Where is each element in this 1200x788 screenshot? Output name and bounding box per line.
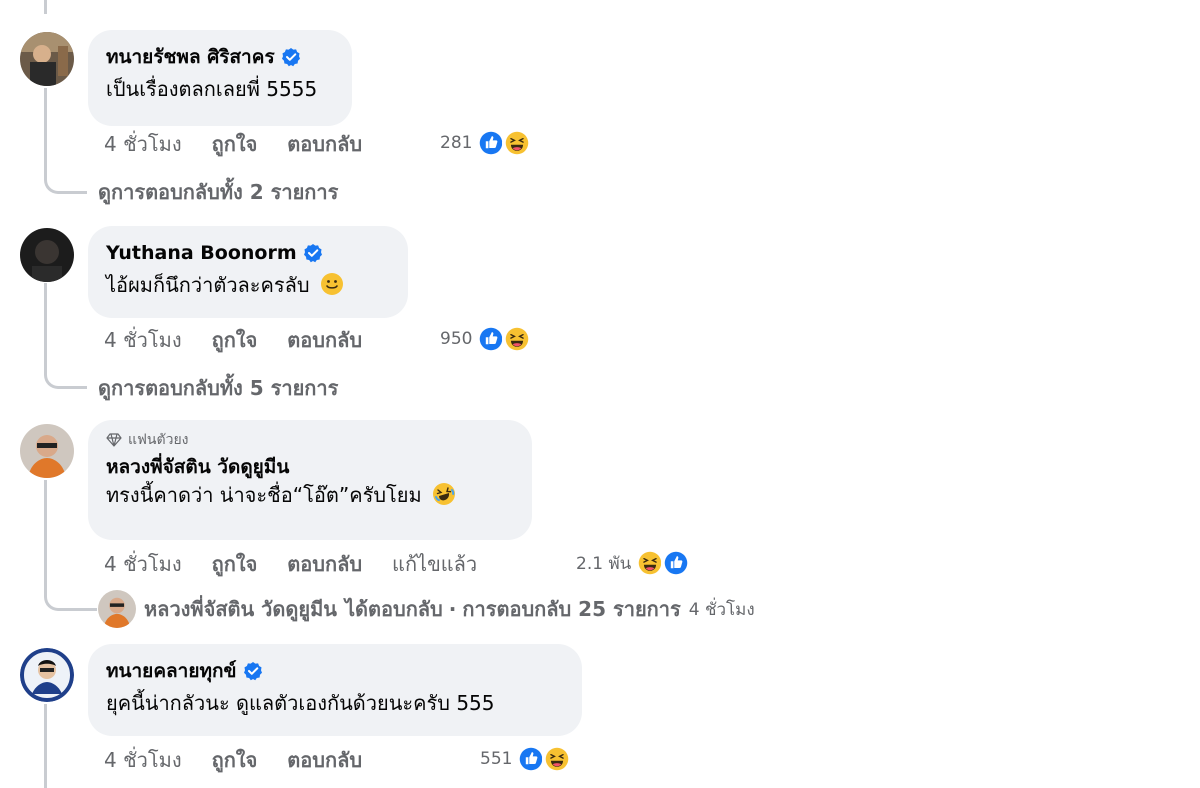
reply-summary-count: การตอบกลับ 25 รายการ <box>462 597 681 621</box>
comment-bubble: ทนายรัชพล ศิริสาคร เป็นเรื่องตลกเลยพี่ 5… <box>88 30 352 126</box>
avatar[interactable] <box>20 32 74 86</box>
comment-bubble: แฟนตัวยง หลวงพี่จัสติน วัดดูยูมีน ทรงนี้… <box>88 420 532 540</box>
comment-time[interactable]: 4 ชั่วโมง <box>104 324 182 356</box>
verified-badge-icon <box>302 243 323 263</box>
rofl-emoji-icon <box>433 483 456 505</box>
comment-actions: 4 ชั่วโมง ถูกใจ ตอบกลับ แก้ไขแล้ว <box>104 550 507 578</box>
comment-time[interactable]: 4 ชั่วโมง <box>104 128 182 160</box>
reply-button[interactable]: ตอบกลับ <box>287 548 362 580</box>
verified-badge-icon <box>242 661 263 681</box>
reaction-summary[interactable]: 2.1 พัน <box>576 548 692 578</box>
comment-author[interactable]: ทนายคลายทุกข์ <box>106 658 237 684</box>
thread-connector <box>44 88 87 194</box>
thread-line <box>44 704 47 788</box>
reply-summary-replied: ได้ตอบกลับ <box>344 597 443 621</box>
diamond-icon <box>106 433 122 447</box>
verified-badge-icon <box>280 47 301 67</box>
haha-icon <box>502 128 533 158</box>
reply-button[interactable]: ตอบกลับ <box>287 128 362 160</box>
comment-actions: 4 ชั่วโมง ถูกใจ ตอบกลับ <box>104 130 392 158</box>
comment-author[interactable]: หลวงพี่จัสติน วัดดูยูมีน <box>106 454 289 480</box>
smile-emoji-icon <box>320 273 343 295</box>
comment-bubble: Yuthana Boonorm ไอ้ผมก็นึกว่าตัวละครลับ <box>88 226 408 318</box>
reply-button[interactable]: ตอบกลับ <box>287 324 362 356</box>
reaction-count: 551 <box>480 749 513 769</box>
like-button[interactable]: ถูกใจ <box>212 324 258 356</box>
comment-author[interactable]: Yuthana Boonorm <box>106 240 297 266</box>
comment-actions: 4 ชั่วโมง ถูกใจ ตอบกลับ <box>104 326 392 354</box>
comment-text: ยุคนี้น่ากลัวนะ ดูแลตัวเองกันด้วยนะครับ … <box>106 691 495 715</box>
comment-text: ทรงนี้คาดว่า น่าจะชื่อ“โอ๊ต”ครับโยม <box>106 483 422 507</box>
avatar[interactable] <box>20 228 74 282</box>
like-button[interactable]: ถูกใจ <box>212 548 258 580</box>
reaction-count: 281 <box>440 133 473 153</box>
thread-line <box>44 0 47 14</box>
comment-text: ไอ้ผมก็นึกว่าตัวละครลับ <box>106 273 310 297</box>
avatar[interactable] <box>20 424 74 478</box>
fan-badge[interactable]: แฟนตัวยง <box>128 430 189 450</box>
comment-actions: 4 ชั่วโมง ถูกใจ ตอบกลับ <box>104 746 392 774</box>
reaction-summary[interactable]: 281 <box>440 128 533 158</box>
like-icon <box>661 548 692 578</box>
like-button[interactable]: ถูกใจ <box>212 128 258 160</box>
reply-summary[interactable]: หลวงพี่จัสติน วัดดูยูมีน ได้ตอบกลับ · กา… <box>98 590 755 628</box>
like-button[interactable]: ถูกใจ <box>212 744 258 776</box>
separator-dot: · <box>448 597 457 621</box>
haha-icon <box>502 324 533 354</box>
reply-summary-author: หลวงพี่จัสติน วัดดูยูมีน <box>144 597 337 621</box>
comment-text: เป็นเรื่องตลกเลยพี่ 5555 <box>106 77 318 101</box>
comment-author[interactable]: ทนายรัชพล ศิริสาคร <box>106 44 275 70</box>
avatar[interactable] <box>20 648 74 702</box>
edited-label[interactable]: แก้ไขแล้ว <box>392 548 477 580</box>
comment-time[interactable]: 4 ชั่วโมง <box>104 548 182 580</box>
avatar <box>98 590 136 628</box>
reaction-count: 950 <box>440 329 473 349</box>
view-replies-link[interactable]: ดูการตอบกลับทั้ง 5 รายการ <box>98 372 338 404</box>
comment-time[interactable]: 4 ชั่วโมง <box>104 744 182 776</box>
reaction-summary[interactable]: 551 <box>480 744 573 774</box>
reply-summary-time: 4 ชั่วโมง <box>688 599 755 620</box>
reaction-summary[interactable]: 950 <box>440 324 533 354</box>
reply-button[interactable]: ตอบกลับ <box>287 744 362 776</box>
thread-connector <box>44 283 87 389</box>
view-replies-link[interactable]: ดูการตอบกลับทั้ง 2 รายการ <box>98 176 338 208</box>
reaction-count: 2.1 พัน <box>576 553 632 574</box>
haha-icon <box>542 744 573 774</box>
comment-bubble: ทนายคลายทุกข์ ยุคนี้น่ากลัวนะ ดูแลตัวเอง… <box>88 644 582 736</box>
